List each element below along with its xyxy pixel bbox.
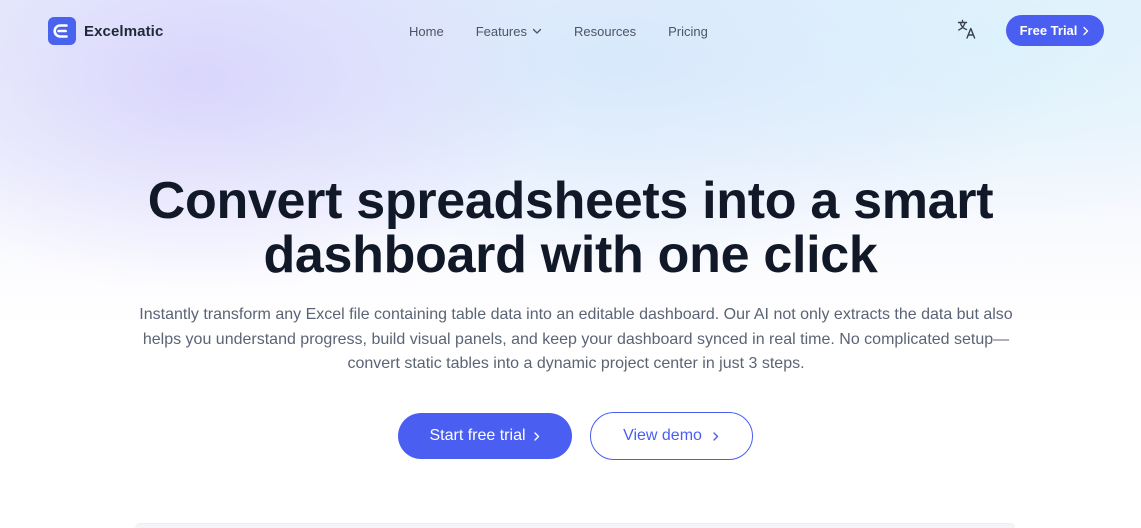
view-demo-button[interactable]: View demo — [590, 412, 753, 460]
brand-home-link[interactable]: Excelmatic — [48, 17, 163, 45]
chevron-right-icon — [533, 431, 541, 442]
start-free-trial-label: Start free trial — [429, 427, 526, 444]
hero-cta-group: Start free trial View demo — [0, 412, 1141, 460]
chevron-right-icon — [712, 431, 720, 442]
start-free-trial-button[interactable]: Start free trial — [398, 413, 572, 459]
hero-subtitle: Instantly transform any Excel file conta… — [139, 306, 1013, 372]
hero-title-line-2: dashboard with one click — [263, 226, 878, 284]
nav-item-label: Home — [409, 23, 444, 39]
preview-panel-edge — [135, 523, 1015, 528]
excel-e-logo-icon — [48, 17, 76, 45]
nav-item-pricing[interactable]: Pricing — [668, 24, 708, 39]
nav-item-resources[interactable]: Resources — [574, 24, 636, 39]
nav-item-home[interactable]: Home — [409, 24, 444, 39]
chevron-right-icon — [1082, 26, 1090, 36]
nav-item-label: Pricing — [668, 23, 708, 39]
hero-title-line-1: Convert spreadsheets into a smart — [147, 172, 994, 230]
brand-name: Excelmatic — [84, 22, 164, 40]
hero-title: Convert spreadsheets into a smart dashbo… — [0, 174, 1141, 282]
nav-item-label: Features — [475, 23, 527, 39]
translate-icon — [956, 18, 978, 45]
language-switcher[interactable] — [955, 19, 979, 43]
nav-item-features[interactable]: Features — [476, 24, 542, 39]
main-nav: Home Features Resources Pricing — [409, 22, 708, 40]
free-trial-label: Free Trial — [1019, 23, 1078, 38]
top-navigation-bar: Excelmatic Home Features Resources Prici… — [0, 0, 1141, 62]
view-demo-label: View demo — [623, 427, 702, 444]
chevron-down-icon — [532, 26, 542, 36]
free-trial-button[interactable]: Free Trial — [1006, 15, 1104, 46]
nav-item-label: Resources — [574, 23, 637, 39]
